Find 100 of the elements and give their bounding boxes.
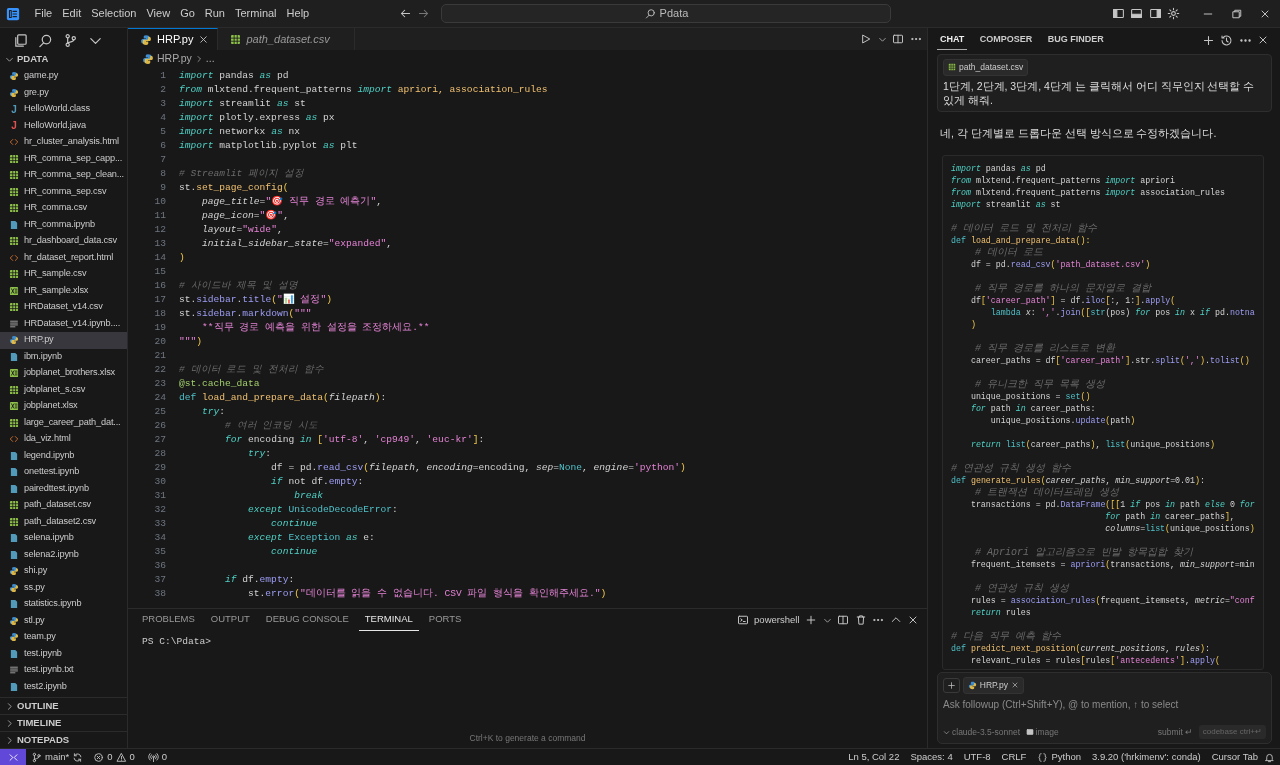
explorer-item[interactable]: hr_cluster_analysis.html [0,134,127,151]
explorer-item[interactable]: selena.ipynb [0,530,127,547]
status-item[interactable]: UTF-8 [958,749,997,765]
panel-tab[interactable]: DEBUG CONSOLE [259,609,355,631]
back-arrow-icon[interactable] [398,7,412,20]
add-context-button[interactable] [943,677,960,693]
menu-item[interactable]: Run [199,3,230,24]
explorer-item[interactable]: selena2.ipynb [0,546,127,563]
source-control-icon[interactable] [63,32,78,48]
explorer-item[interactable]: gre.py [0,84,127,101]
terminal-name[interactable]: powershell [754,612,800,628]
branch-button[interactable]: main* [26,749,89,765]
explorer-item[interactable]: J HelloWorld.class [0,101,127,118]
split-terminal-icon[interactable] [837,614,849,626]
explorer-item[interactable]: test2.ipynb [0,678,127,695]
remote-button[interactable] [0,749,26,765]
add-icon[interactable] [805,614,817,626]
problems-button[interactable]: 0 0 [88,749,140,765]
explorer-item[interactable]: HRDataset_v14.ipynb.... [0,315,127,332]
explorer-item[interactable]: HR_comma.csv [0,200,127,217]
menu-item[interactable]: File [29,3,58,24]
explorer-item[interactable]: onettest.ipynb [0,464,127,481]
explorer-item[interactable]: team.py [0,629,127,646]
explorer-item[interactable]: HR_comma_sep_clean... [0,167,127,184]
explorer-item[interactable]: game.py [0,68,127,85]
panel-tab[interactable]: PROBLEMS [136,609,201,631]
section-header[interactable]: TIMELINE [0,714,127,731]
explorer-item[interactable]: J HelloWorld.java [0,117,127,134]
status-item[interactable]: Cursor Tab [1206,749,1264,765]
explorer-item[interactable]: statistics.ipynb [0,596,127,613]
menu-item[interactable]: Terminal [230,3,282,24]
secondary-sidebar-toggle-icon[interactable] [1148,7,1162,20]
chat-tab[interactable]: BUG FINDER [1044,29,1107,51]
menu-item[interactable]: Go [175,3,200,24]
menu-item[interactable]: Selection [86,3,142,24]
explorer-item[interactable]: path_dataset2.csv [0,513,127,530]
menu-item[interactable]: Help [281,3,315,24]
explorer-item[interactable]: jobplanet_brothers.xlsx [0,365,127,382]
menu-item[interactable]: View [141,3,176,24]
close-icon[interactable] [907,614,919,626]
section-header[interactable]: OUTLINE [0,697,127,714]
chat-tab[interactable]: COMPOSER [976,29,1036,51]
explorer-item[interactable]: ss.py [0,579,127,596]
image-button[interactable]: image [1025,725,1059,739]
run-icon[interactable] [860,33,872,45]
explorer-item[interactable]: shi.py [0,563,127,580]
search-field[interactable]: Pdata [441,4,892,23]
history-icon[interactable] [1220,33,1234,47]
explorer-item[interactable]: stl.py [0,612,127,629]
explorer-item[interactable]: jobplanet_s.csv [0,381,127,398]
explorer-item[interactable]: jobplanet.xlsx [0,398,127,415]
sidebar-toggle-icon[interactable] [1111,7,1125,20]
file-chip[interactable]: path_dataset.csv [943,59,1029,76]
explorer-item[interactable]: hr_dataset_report.html [0,249,127,266]
explorer-item[interactable]: lda_viz.html [0,431,127,448]
status-item[interactable]: 3.9.20 ('hrkimenv': conda) [1086,749,1207,765]
explorer-item[interactable]: HR_sample.csv [0,266,127,283]
explorer-item[interactable]: large_career_path_dat... [0,414,127,431]
status-item[interactable]: Spaces: 4 [904,749,959,765]
close-icon[interactable] [1010,681,1019,690]
explorer-item[interactable]: hr_dashboard_data.csv [0,233,127,250]
submit-button[interactable]: submit ↵ [1157,725,1194,739]
editor-tab[interactable]: HRP.py [128,28,219,50]
chat-tab[interactable]: CHAT [937,29,968,51]
file-chip[interactable]: HRP.py [962,677,1024,694]
breadcrumb-item[interactable]: HRP.py [157,51,192,67]
panel-tab[interactable]: PORTS [422,609,468,631]
panel-tab[interactable]: OUTPUT [204,609,256,631]
explorer-item[interactable]: legend.ipynb [0,447,127,464]
explorer-item[interactable]: path_dataset.csv [0,497,127,514]
status-item[interactable]: CRLF [996,749,1032,765]
add-icon[interactable] [1201,33,1215,47]
menu-item[interactable]: Edit [57,3,87,24]
explorer-item[interactable]: pairedttest.ipynb [0,480,127,497]
maximize-icon[interactable] [1230,7,1243,20]
explorer-item[interactable]: HR_sample.xlsx [0,282,127,299]
close-icon[interactable] [198,34,210,45]
status-item[interactable]: Ln 5, Col 22 [842,749,905,765]
settings-icon[interactable] [1167,7,1181,20]
files-icon[interactable] [13,32,28,48]
panel-toggle-icon[interactable] [1130,7,1144,20]
explorer-item[interactable]: HR_comma.ipynb [0,216,127,233]
bell-icon[interactable] [1263,751,1275,763]
search-icon[interactable] [38,32,53,48]
explorer-item[interactable]: HR_comma_sep.csv [0,183,127,200]
breadcrumb-item[interactable]: ... [205,51,215,67]
language-button[interactable]: Python [1031,749,1087,765]
trash-icon[interactable] [854,614,867,626]
explorer-item[interactable]: HR_comma_sep_capp... [0,150,127,167]
explorer-item[interactable]: ibm.ipynb [0,348,127,365]
folder-header[interactable]: PDATA [0,52,127,66]
ports-button[interactable]: 0 [142,749,172,765]
panel-tab[interactable]: TERMINAL [358,609,419,631]
explorer-item[interactable]: HRDataset_v14.csv [0,299,127,316]
explorer-item[interactable]: test.ipynb [0,645,127,662]
explorer-item[interactable]: test.ipynb.txt [0,662,127,679]
model-selector[interactable]: claude-3.5-sonnet [943,725,1021,739]
split-editor-icon[interactable] [892,33,904,45]
explorer-item[interactable]: HRP.py [0,332,127,349]
forward-arrow-icon[interactable] [417,7,431,20]
